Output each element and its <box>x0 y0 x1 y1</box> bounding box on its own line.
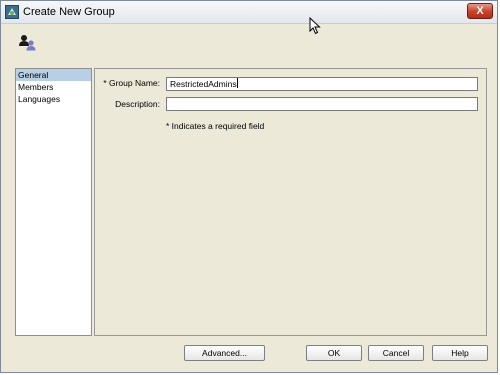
group-users-icon <box>19 35 36 51</box>
nav-item-members[interactable]: Members <box>16 81 91 93</box>
nav-item-label: Languages <box>18 94 61 104</box>
mouse-cursor-icon <box>309 17 321 35</box>
cancel-button[interactable]: Cancel <box>368 345 424 361</box>
close-button[interactable]: X <box>467 3 493 19</box>
advanced-button[interactable]: Advanced... <box>184 345 265 361</box>
ok-button[interactable]: OK <box>306 345 362 361</box>
group-name-input[interactable]: RestrictedAdmins <box>166 77 478 91</box>
group-name-label: * Group Name: <box>103 78 160 88</box>
nav-item-label: General <box>18 70 49 80</box>
navigation-list: General Members Languages <box>15 68 92 336</box>
nav-item-languages[interactable]: Languages <box>16 93 91 105</box>
app-icon <box>5 5 19 19</box>
required-field-note: * Indicates a required field <box>166 121 265 131</box>
create-group-dialog: Create New Group X General Members Langu… <box>0 0 498 373</box>
title-bar[interactable]: Create New Group X <box>1 1 497 24</box>
description-input[interactable] <box>166 97 478 111</box>
close-icon: X <box>476 5 484 17</box>
help-button[interactable]: Help <box>432 345 488 361</box>
general-panel: * Group Name: RestrictedAdmins Descripti… <box>94 68 487 336</box>
nav-item-label: Members <box>18 82 54 92</box>
nav-item-general[interactable]: General <box>16 69 91 81</box>
description-label: Description: <box>115 99 160 109</box>
window-title: Create New Group <box>23 6 115 18</box>
text-caret <box>236 78 238 88</box>
group-name-value: RestrictedAdmins <box>170 79 237 89</box>
